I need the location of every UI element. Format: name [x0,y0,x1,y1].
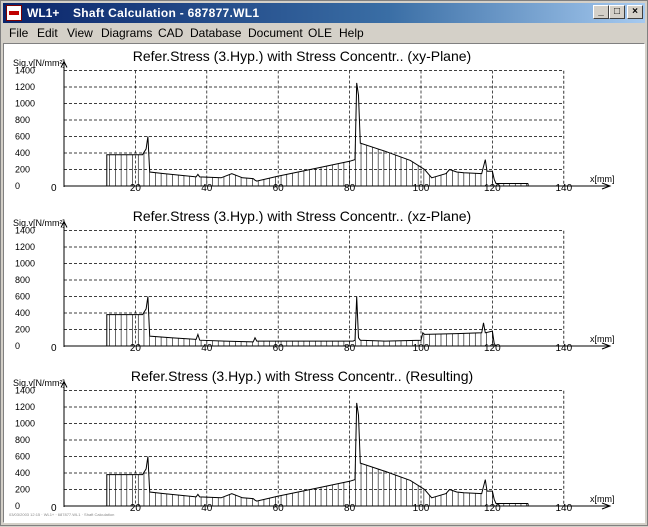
y-tick-label: 1200 [15,82,35,92]
menu-bar: File Edit View Diagrams CAD Database Doc… [3,24,645,42]
minimize-button[interactable]: _ [593,5,609,19]
y-tick-label: 400 [15,308,30,318]
grid-border [63,230,565,347]
chart-title: Refer.Stress (3.Hyp.) with Stress Concen… [131,368,473,384]
y-tick-label: 0 [15,181,20,191]
y-tick-label: 600 [15,292,30,302]
stress-diagrams: Refer.Stress (3.Hyp.) with Stress Concen… [13,48,615,514]
title-bar[interactable]: WL1+ Shaft Calculation - 687877.WL1 _ □ … [3,3,645,23]
stress-curve [106,402,529,506]
y-tick-label: 400 [15,468,30,478]
stress-curve [106,296,497,347]
y-tick-label: 1200 [15,242,35,252]
y-tick-label: 1000 [15,99,35,109]
x-tick-label: 20 [130,343,142,354]
x-tick-label: 140 [555,503,572,514]
chart-title: Refer.Stress (3.Hyp.) with Stress Concen… [133,48,471,64]
menu-view[interactable]: View [67,26,93,40]
x-tick-label: 0 [51,343,57,354]
y-tick-label: 1000 [15,259,35,269]
y-tick-label: 800 [15,115,30,125]
menu-diagrams[interactable]: Diagrams [101,26,152,40]
menu-document[interactable]: Document [248,26,303,40]
x-tick-label: 100 [413,183,430,194]
menu-database[interactable]: Database [190,26,241,40]
x-tick-label: 60 [273,183,285,194]
close-button[interactable]: × [627,5,643,19]
y-tick-label: 200 [15,485,30,495]
x-axis-label: x[mm] [590,174,615,184]
menu-edit[interactable]: Edit [37,26,58,40]
x-tick-label: 100 [413,503,430,514]
y-tick-label: 800 [15,435,30,445]
x-tick-label: 100 [413,343,430,354]
x-tick-label: 60 [273,503,285,514]
chart-panel-2: Refer.Stress (3.Hyp.) with Stress Concen… [13,208,615,354]
footer-text: 03/03/2003 12:15 · WL1+ · 687877.WL1 · S… [9,512,115,517]
diagram-area: Refer.Stress (3.Hyp.) with Stress Concen… [3,43,645,523]
stress-curve [106,82,529,186]
y-tick-label: 1400 [15,386,35,396]
x-axis-label: x[mm] [590,334,615,344]
menu-cad[interactable]: CAD [158,26,183,40]
menu-file[interactable]: File [9,26,28,40]
menu-help[interactable]: Help [339,26,364,40]
y-tick-label: 1400 [15,66,35,76]
y-tick-label: 600 [15,452,30,462]
y-tick-label: 200 [15,165,30,175]
y-tick-label: 1400 [15,226,35,236]
y-tick-label: 0 [15,341,20,351]
y-tick-label: 800 [15,275,30,285]
x-tick-label: 140 [555,183,572,194]
y-tick-label: 400 [15,148,30,158]
x-tick-label: 20 [130,503,142,514]
app-icon[interactable] [6,5,22,21]
app-name: WL1+ [27,6,60,20]
maximize-button[interactable]: □ [609,5,625,19]
menu-ole[interactable]: OLE [308,26,332,40]
x-axis-label: x[mm] [590,494,615,504]
x-tick-label: 140 [555,343,572,354]
window-title: Shaft Calculation - 687877.WL1 [73,6,260,20]
chart-panel-3: Refer.Stress (3.Hyp.) with Stress Concen… [13,368,615,514]
app-window: WL1+ Shaft Calculation - 687877.WL1 _ □ … [0,0,648,526]
x-tick-label: 0 [51,183,57,194]
y-tick-label: 200 [15,325,30,335]
x-tick-label: 60 [273,343,285,354]
y-tick-label: 1000 [15,419,35,429]
y-tick-label: 0 [15,501,20,511]
chart-title: Refer.Stress (3.Hyp.) with Stress Concen… [133,208,471,224]
y-tick-label: 1200 [15,402,35,412]
x-tick-label: 20 [130,183,142,194]
y-tick-label: 600 [15,132,30,142]
chart-panel-1: Refer.Stress (3.Hyp.) with Stress Concen… [13,48,615,194]
